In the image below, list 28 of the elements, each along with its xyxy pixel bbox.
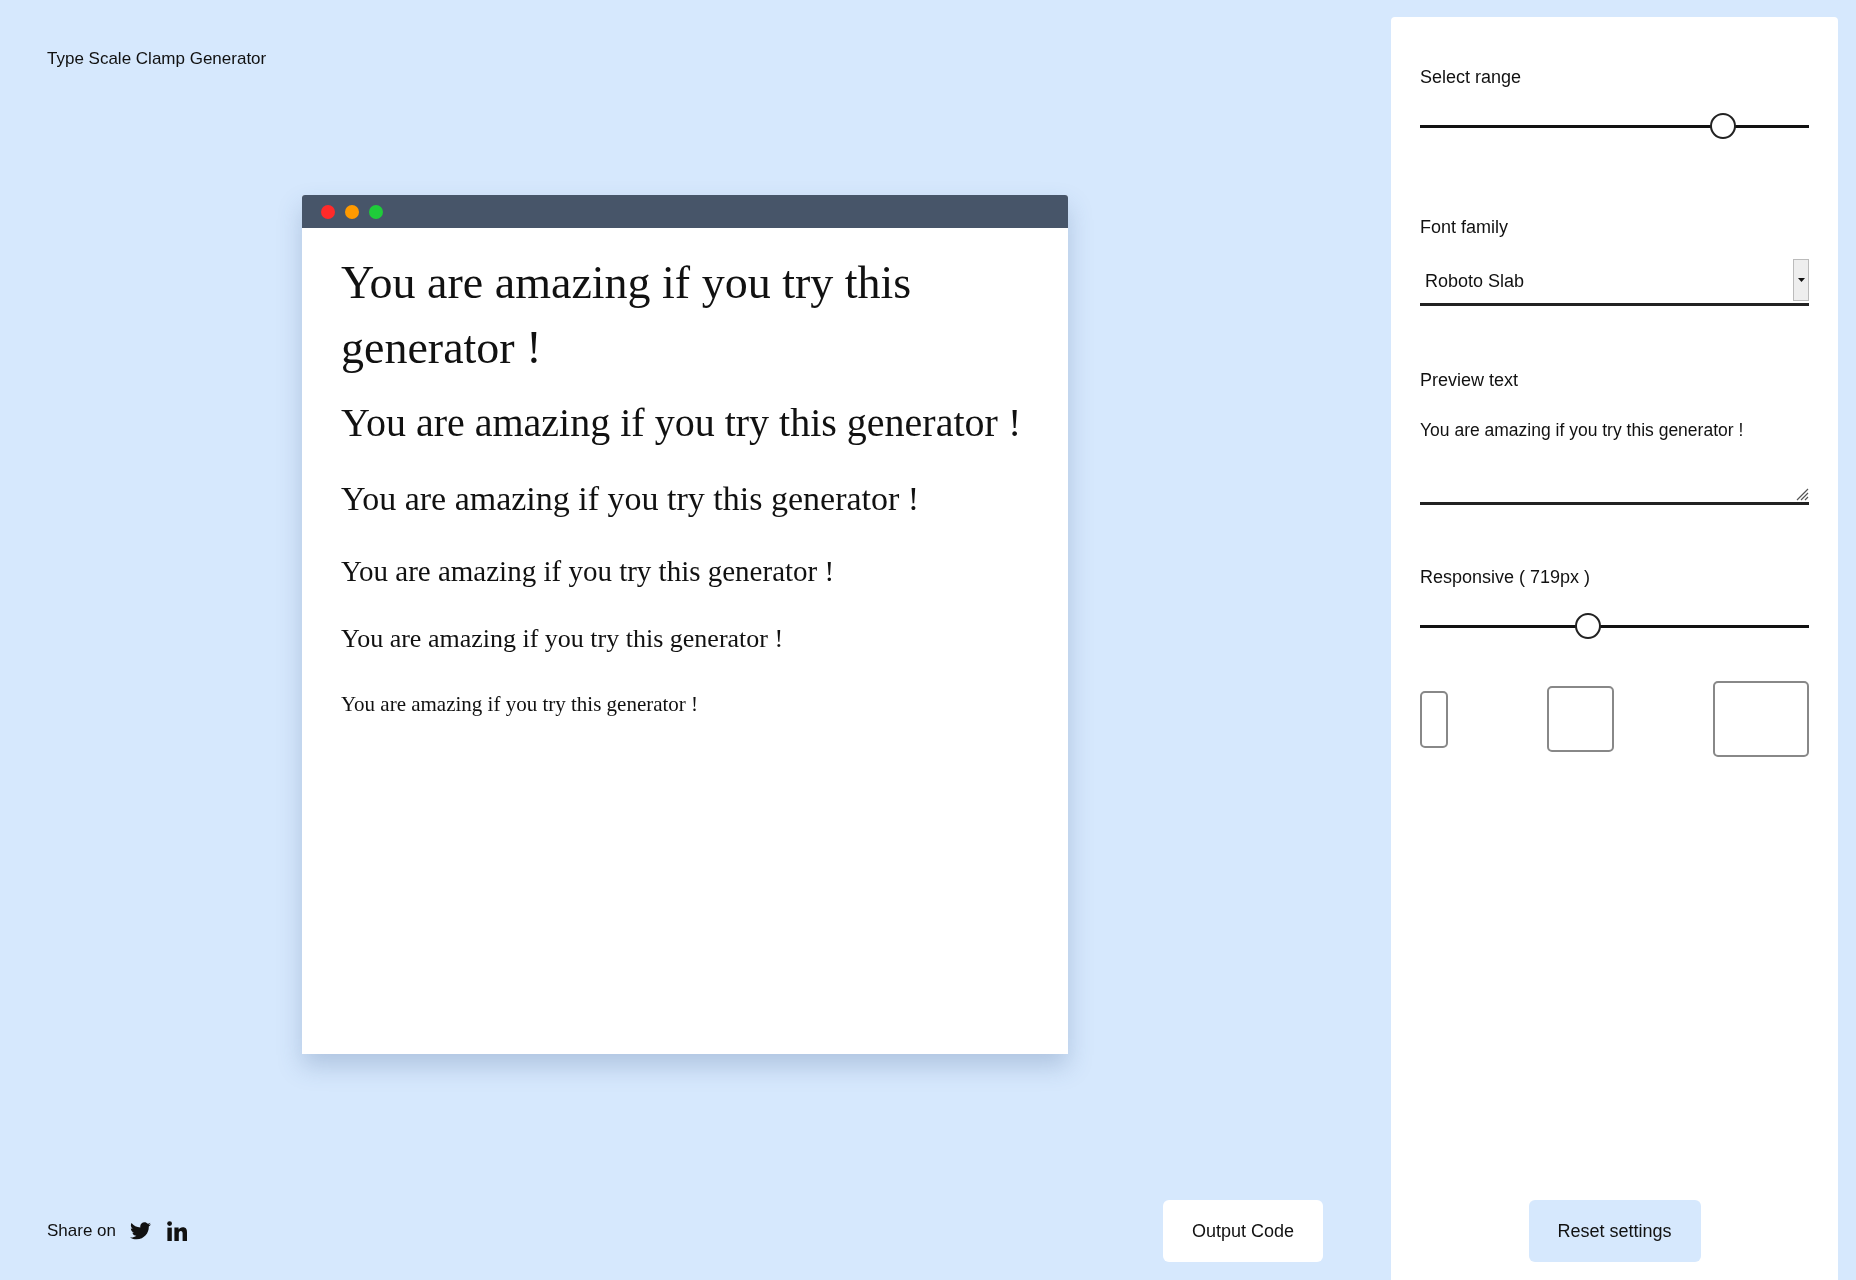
linkedin-icon[interactable] [167,1221,187,1241]
app-title: Type Scale Clamp Generator [47,48,268,70]
tablet-icon[interactable] [1547,686,1614,752]
resize-grip-icon[interactable] [1795,487,1809,501]
bird-icon[interactable] [130,1222,151,1240]
font-family-select[interactable]: Roboto Slab [1420,259,1809,306]
reset-settings-button[interactable]: Reset settings [1528,1200,1701,1262]
preview-heading: You are amazing if you try this generator ! [341,691,700,718]
output-code-button[interactable]: Output Code [1163,1200,1323,1262]
share-label: Share on [47,1221,116,1241]
maximize-dot-icon [369,204,383,219]
field-label: Preview text [1420,369,1520,392]
phone-icon[interactable] [1420,690,1448,748]
monitor-icon[interactable] [1713,681,1809,757]
minimize-dot-icon [345,204,359,219]
preview-heading: You are amazing if you try this generator ! [341,256,913,375]
slider-thumb[interactable] [1575,613,1602,639]
preview-heading: You are amazing if you try this generator ! [341,554,836,589]
field-label: Font family [1420,216,1510,239]
caret-icon [1797,278,1805,282]
field-label: Select range [1420,66,1523,89]
field-label: Responsive ( 719px ) [1420,566,1592,589]
preview-heading: You are amazing if you try this generator ! [341,623,785,655]
slider-thumb[interactable] [1710,113,1737,139]
close-dot-icon [321,204,335,219]
preview-text-field[interactable]: You are amazing if you try this generator ! [1420,414,1809,505]
preview-heading: You are amazing if you try this generator ! [341,479,921,519]
preview-heading: You are amazing if you try this generator ! [341,399,1023,447]
